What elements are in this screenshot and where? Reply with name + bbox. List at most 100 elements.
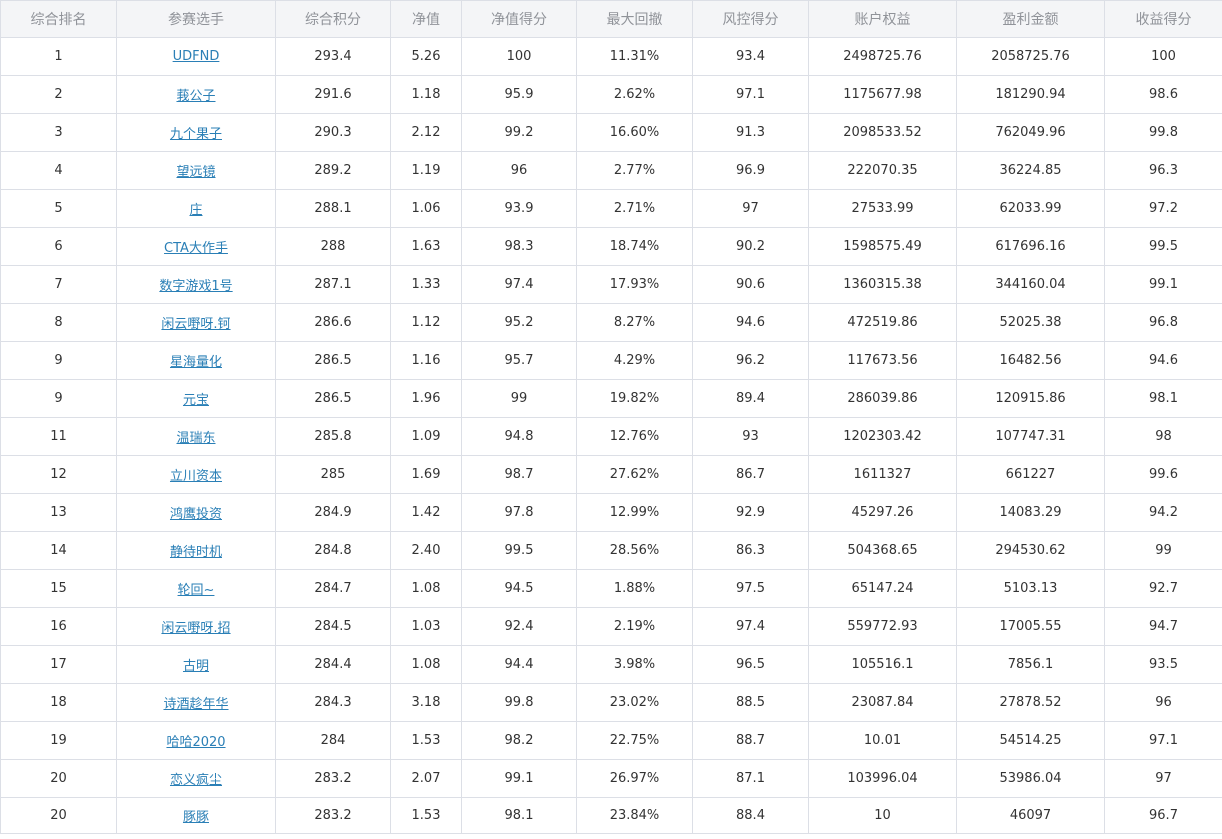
return-score-cell: 98.1 xyxy=(1104,379,1222,418)
max-drawdown-cell: 17.93% xyxy=(576,265,693,304)
nav-score-cell: 99 xyxy=(461,379,577,418)
equity-cell: 1598575.49 xyxy=(808,227,957,266)
player-link[interactable]: 九个果子 xyxy=(170,127,222,142)
table-row: 11 温瑞东 285.8 1.09 94.8 12.76% 93 1202303.42 1077… xyxy=(0,417,1222,456)
equity-cell: 27533.99 xyxy=(808,189,957,228)
rank-cell: 15 xyxy=(0,569,117,608)
nav-score-cell: 97.8 xyxy=(461,493,577,532)
player-link[interactable]: 数字游戏1号 xyxy=(159,279,232,294)
max-drawdown-cell: 18.74% xyxy=(576,227,693,266)
total-score-cell: 285 xyxy=(275,455,391,494)
risk-score-cell: 97.1 xyxy=(692,75,809,114)
risk-score-cell: 91.3 xyxy=(692,113,809,152)
return-score-cell: 99.1 xyxy=(1104,265,1222,304)
max-drawdown-cell: 2.71% xyxy=(576,189,693,228)
header-player: 参赛选手 xyxy=(116,0,276,38)
player-link[interactable]: 望远镜 xyxy=(176,165,215,180)
player-cell: CTA大作手 xyxy=(116,227,276,266)
total-score-cell: 293.4 xyxy=(275,37,391,76)
player-cell: 闲云嘢呀.招 xyxy=(116,607,276,646)
player-cell: 元宝 xyxy=(116,379,276,418)
player-link[interactable]: 立川资本 xyxy=(170,469,222,484)
player-link[interactable]: 古明 xyxy=(183,659,209,674)
risk-score-cell: 96.5 xyxy=(692,645,809,684)
max-drawdown-cell: 2.19% xyxy=(576,607,693,646)
profit-cell: 762049.96 xyxy=(956,113,1105,152)
profit-cell: 52025.38 xyxy=(956,303,1105,342)
equity-cell: 1202303.42 xyxy=(808,417,957,456)
player-link[interactable]: 温瑞东 xyxy=(176,431,215,446)
player-link[interactable]: 星海量化 xyxy=(170,355,222,370)
player-link[interactable]: 轮回~ xyxy=(178,583,215,598)
rank-cell: 7 xyxy=(0,265,117,304)
player-link[interactable]: 元宝 xyxy=(183,393,209,408)
player-link[interactable]: 闲云嘢呀.钶 xyxy=(161,317,230,332)
nav-cell: 1.42 xyxy=(390,493,462,532)
nav-cell: 3.18 xyxy=(390,683,462,722)
player-link[interactable]: 莪公子 xyxy=(176,89,215,104)
player-link[interactable]: 庄 xyxy=(189,203,202,218)
max-drawdown-cell: 2.77% xyxy=(576,151,693,190)
player-cell: 温瑞东 xyxy=(116,417,276,456)
table-row: 15 轮回~ 284.7 1.08 94.5 1.88% 97.5 65147.24 5103.… xyxy=(0,569,1222,608)
rank-cell: 4 xyxy=(0,151,117,190)
profit-cell: 16482.56 xyxy=(956,341,1105,380)
return-score-cell: 97 xyxy=(1104,759,1222,798)
player-link[interactable]: 闲云嘢呀.招 xyxy=(161,621,230,636)
rank-cell: 13 xyxy=(0,493,117,532)
nav-cell: 2.40 xyxy=(390,531,462,570)
rank-cell: 2 xyxy=(0,75,117,114)
player-link[interactable]: 诗酒趁年华 xyxy=(163,697,228,712)
nav-cell: 1.33 xyxy=(390,265,462,304)
nav-cell: 2.12 xyxy=(390,113,462,152)
max-drawdown-cell: 23.84% xyxy=(576,797,693,834)
player-cell: 望远镜 xyxy=(116,151,276,190)
total-score-cell: 288 xyxy=(275,227,391,266)
player-cell: 鸿鹰投资 xyxy=(116,493,276,532)
table-row: 12 立川资本 285 1.69 98.7 27.62% 86.7 1611327 661227… xyxy=(0,455,1222,494)
player-link[interactable]: 豚豚 xyxy=(183,810,209,825)
table-row: 5 庄 288.1 1.06 93.9 2.71% 97 27533.99 62033.99 97… xyxy=(0,189,1222,228)
nav-score-cell: 93.9 xyxy=(461,189,577,228)
risk-score-cell: 88.5 xyxy=(692,683,809,722)
equity-cell: 10 xyxy=(808,797,957,834)
return-score-cell: 94.2 xyxy=(1104,493,1222,532)
player-link[interactable]: UDFND xyxy=(173,49,220,64)
player-cell: 轮回~ xyxy=(116,569,276,608)
rank-cell: 1 xyxy=(0,37,117,76)
player-link[interactable]: CTA大作手 xyxy=(164,241,228,256)
player-link[interactable]: 鸿鹰投资 xyxy=(170,507,222,522)
max-drawdown-cell: 11.31% xyxy=(576,37,693,76)
profit-cell: 62033.99 xyxy=(956,189,1105,228)
player-cell: 闲云嘢呀.钶 xyxy=(116,303,276,342)
player-link[interactable]: 哈哈2020 xyxy=(166,735,225,750)
nav-score-cell: 92.4 xyxy=(461,607,577,646)
total-score-cell: 287.1 xyxy=(275,265,391,304)
player-link[interactable]: 静待时机 xyxy=(170,545,222,560)
total-score-cell: 290.3 xyxy=(275,113,391,152)
player-link[interactable]: 恋义疯尘 xyxy=(170,773,222,788)
equity-cell: 286039.86 xyxy=(808,379,957,418)
table-row: 6 CTA大作手 288 1.63 98.3 18.74% 90.2 1598575.49 61… xyxy=(0,227,1222,266)
nav-score-cell: 94.4 xyxy=(461,645,577,684)
profit-cell: 617696.16 xyxy=(956,227,1105,266)
return-score-cell: 97.2 xyxy=(1104,189,1222,228)
return-score-cell: 98 xyxy=(1104,417,1222,456)
profit-cell: 53986.04 xyxy=(956,759,1105,798)
total-score-cell: 284.5 xyxy=(275,607,391,646)
risk-score-cell: 90.2 xyxy=(692,227,809,266)
rank-cell: 20 xyxy=(0,797,117,834)
nav-cell: 1.03 xyxy=(390,607,462,646)
nav-score-cell: 95.9 xyxy=(461,75,577,114)
total-score-cell: 284.9 xyxy=(275,493,391,532)
nav-score-cell: 95.7 xyxy=(461,341,577,380)
risk-score-cell: 96.2 xyxy=(692,341,809,380)
nav-score-cell: 98.3 xyxy=(461,227,577,266)
rank-cell: 18 xyxy=(0,683,117,722)
return-score-cell: 98.6 xyxy=(1104,75,1222,114)
risk-score-cell: 86.3 xyxy=(692,531,809,570)
equity-cell: 1360315.38 xyxy=(808,265,957,304)
header-total-score: 综合积分 xyxy=(275,0,391,38)
player-cell: 庄 xyxy=(116,189,276,228)
rank-cell: 16 xyxy=(0,607,117,646)
